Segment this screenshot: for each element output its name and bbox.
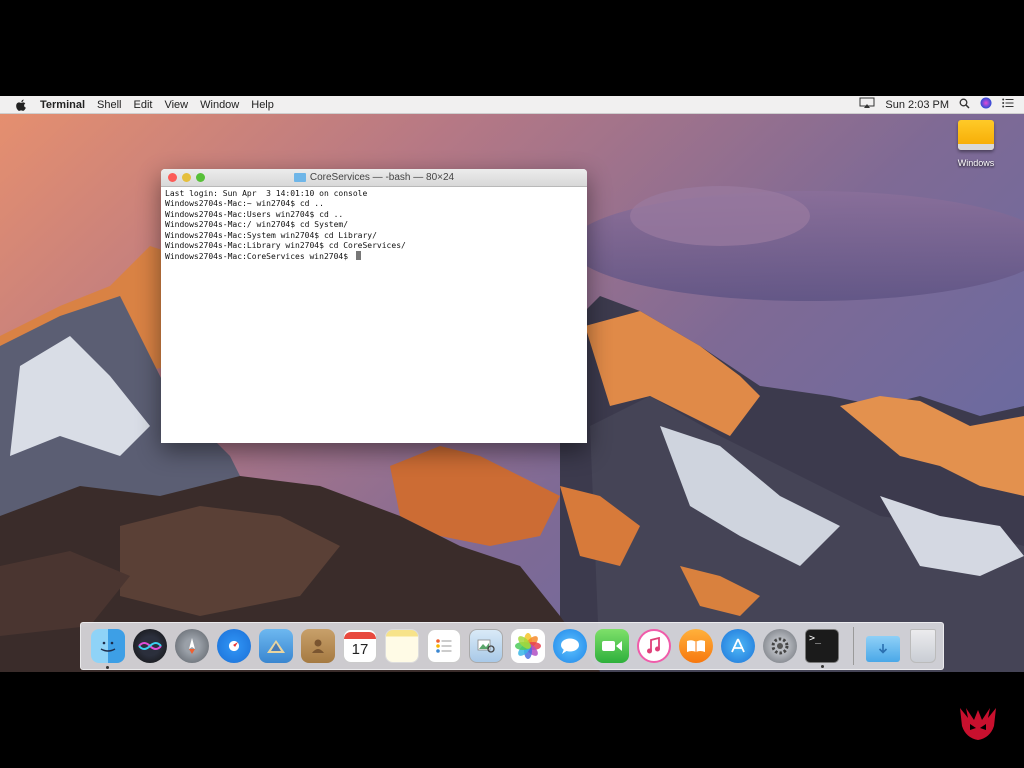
siri-icon[interactable] (133, 629, 167, 663)
ibooks-icon[interactable] (679, 629, 713, 663)
reminders-icon[interactable] (427, 629, 461, 663)
desktop-icon-label: Windows (957, 158, 995, 168)
terminal-prompt-line[interactable]: Windows2704s-Mac:CoreServices win2704$ (165, 251, 583, 262)
photos-icon[interactable] (511, 629, 545, 663)
menu-bar: Terminal Shell Edit View Window Help Sun… (0, 96, 1024, 114)
notes-icon[interactable] (385, 629, 419, 663)
itunes-icon[interactable] (637, 629, 671, 663)
terminal-line: Windows2704s-Mac:Library win2704$ cd Cor… (165, 241, 406, 251)
contacts-icon[interactable] (301, 629, 335, 663)
close-button[interactable] (168, 173, 177, 182)
terminal-icon-glyph: >_ (809, 633, 822, 644)
terminal-line: Last login: Sun Apr 3 14:01:10 on consol… (165, 189, 368, 198)
terminal-titlebar[interactable]: CoreServices — -bash — 80×24 (161, 169, 587, 187)
minimize-button[interactable] (182, 173, 191, 182)
system-preferences-icon[interactable] (763, 629, 797, 663)
desktop-drive-windows[interactable]: Windows (950, 120, 1002, 168)
dock-separator (853, 627, 854, 665)
terminal-line: Windows2704s-Mac:System win2704$ cd Libr… (165, 230, 377, 240)
finder-icon[interactable] (91, 629, 125, 669)
calendar-header (344, 631, 376, 639)
mail-icon[interactable] (259, 629, 293, 663)
downloads-folder-icon[interactable] (866, 636, 900, 662)
menu-app-name[interactable]: Terminal (40, 99, 85, 111)
terminal-window[interactable]: CoreServices — -bash — 80×24 Last login:… (161, 169, 587, 443)
terminal-line: Windows2704s-Mac:/ win2704$ cd System/ (165, 220, 349, 230)
facetime-icon[interactable] (595, 629, 629, 663)
terminal-output[interactable]: Last login: Sun Apr 3 14:01:10 on consol… (161, 187, 587, 265)
safari-icon[interactable] (217, 629, 251, 663)
messages-icon[interactable] (553, 629, 587, 663)
menu-clock[interactable]: Sun 2:03 PM (885, 99, 949, 111)
text-cursor (355, 251, 361, 261)
running-indicator (106, 666, 109, 669)
apple-icon[interactable] (14, 96, 28, 113)
running-indicator (821, 665, 824, 668)
preview-icon[interactable] (469, 629, 503, 663)
calendar-icon[interactable]: 17 (343, 629, 377, 663)
menu-help[interactable]: Help (251, 99, 274, 111)
terminal-line: Windows2704s-Mac:~ win2704$ cd .. (165, 199, 324, 209)
window-controls (168, 173, 210, 182)
calendar-day: 17 (351, 640, 369, 658)
airplay-icon[interactable] (859, 97, 875, 112)
menu-edit[interactable]: Edit (134, 99, 153, 111)
folder-icon (293, 173, 306, 182)
trash-icon[interactable] (910, 629, 936, 663)
zoom-button[interactable] (196, 173, 205, 182)
siri-icon[interactable] (980, 97, 992, 112)
dock: 17 >_ (80, 622, 944, 670)
terminal-icon[interactable]: >_ (805, 629, 839, 668)
terminal-prompt: Windows2704s-Mac:CoreServices win2704$ (165, 252, 353, 262)
terminal-title: CoreServices — -bash — 80×24 (293, 172, 455, 183)
menu-shell[interactable]: Shell (97, 99, 121, 111)
menu-window[interactable]: Window (200, 99, 239, 111)
menu-view[interactable]: View (164, 99, 188, 111)
desktop-screen: Terminal Shell Edit View Window Help Sun… (0, 96, 1024, 672)
status-area: Sun 2:03 PM (859, 96, 1024, 113)
search-icon[interactable] (959, 98, 970, 112)
launchpad-icon[interactable] (175, 629, 209, 663)
external-drive-icon[interactable] (958, 120, 994, 150)
terminal-title-text: CoreServices — -bash — 80×24 (309, 172, 455, 183)
notification-center-icon[interactable] (1002, 98, 1014, 111)
terminal-line: Windows2704s-Mac:Users win2704$ cd .. (165, 209, 344, 219)
app-store-icon[interactable] (721, 629, 755, 663)
brand-logo (960, 708, 996, 740)
